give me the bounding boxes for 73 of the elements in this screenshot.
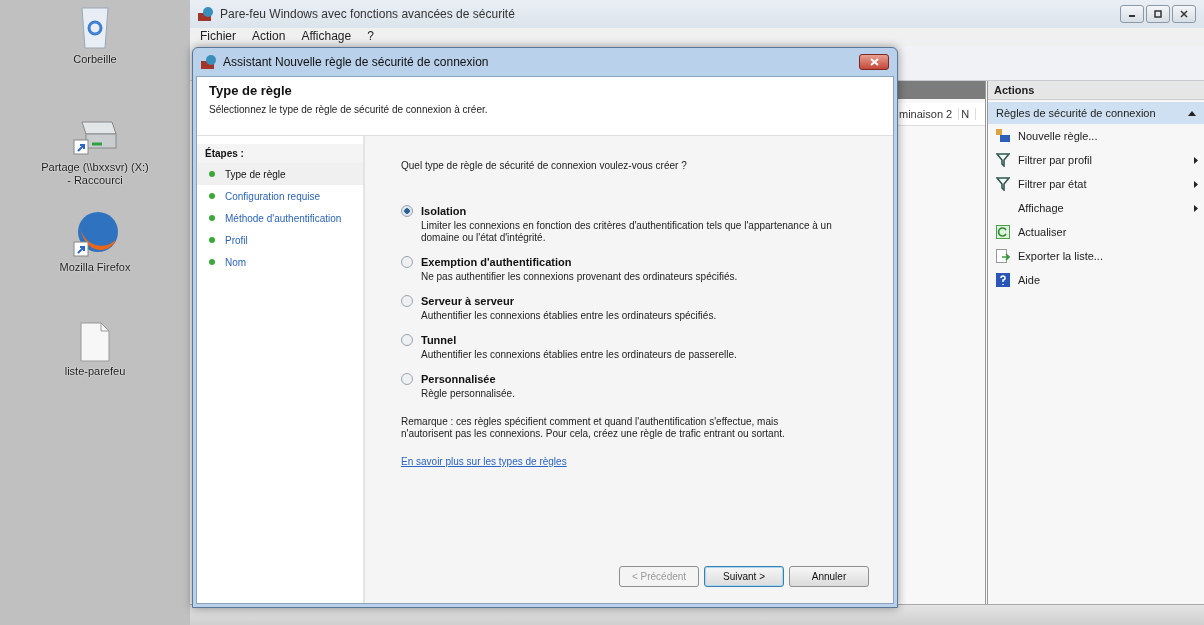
option-description: Règle personnalisée. (421, 388, 516, 400)
radio-option[interactable]: Serveur à serveur (401, 295, 869, 307)
task-link[interactable]: Nouvelle règle... (988, 124, 1204, 148)
task-link[interactable]: Affichage (988, 196, 1204, 220)
step-bullet-icon (209, 215, 215, 221)
option-description: Limiter les connexions en fonction des critères d'authentification tels que l'appartenance à un domaine ou l'état d'intégrité. (421, 220, 833, 244)
window-title: Pare-feu Windows avec fonctions avancées de sécurité (220, 7, 515, 21)
step-bullet-icon (209, 237, 215, 243)
maximize-button[interactable] (1146, 5, 1170, 23)
desktop-icon-label[interactable]: liste-parefeu (64, 365, 126, 378)
task-link[interactable]: Filtrer par profil (988, 148, 1204, 172)
task-link[interactable]: Exporter la liste... (988, 244, 1204, 268)
step-bullet-icon (209, 193, 215, 199)
help-icon (996, 273, 1010, 287)
radio-button[interactable] (401, 256, 413, 268)
radio-option[interactable]: Tunnel (401, 334, 869, 346)
desktop-icon-label[interactable]: Corbeille (73, 53, 117, 66)
step-item[interactable]: Nom (197, 251, 363, 273)
menu-item[interactable]: Fichier (200, 28, 236, 44)
new-rule-icon (996, 129, 1010, 143)
dialog-title: Assistant Nouvelle règle de sécurité de connexion (223, 55, 489, 69)
refresh-icon (996, 225, 1010, 239)
desktop-icon-label[interactable]: Mozilla Firefox (59, 261, 131, 274)
close-icon (1180, 10, 1188, 18)
close-icon (869, 58, 879, 66)
steps-heading: Étapes : (197, 144, 363, 163)
export-icon (996, 249, 1010, 263)
radio-option[interactable]: Isolation (401, 205, 869, 217)
option-description: Authentifier les connexions établies entre les ordinateurs de passerelle. (421, 349, 738, 361)
radio-option[interactable]: Personnalisée (401, 373, 869, 385)
close-button[interactable] (859, 54, 889, 70)
globe-fox-icon (70, 210, 120, 258)
radio-button[interactable] (401, 373, 413, 385)
step-item[interactable]: Type de règle (197, 163, 363, 185)
desktop-icon-label[interactable]: Partage (\\bxxsvr) (X:) - Raccourci (40, 161, 150, 187)
task-link[interactable]: Filtrer par état (988, 172, 1204, 196)
note-text: Remarque : ces règles spécifient comment et quand l'authentification s'effectue, mais n'autorisent pas les connexions. Pour cela, créez une règle de trafic entrant ou sortant. (401, 416, 786, 440)
step-item[interactable]: Méthode d'authentification (197, 207, 363, 229)
step-item[interactable]: Profil (197, 229, 363, 251)
collapse-caret-icon (1188, 110, 1196, 116)
step-bullet-icon (209, 171, 215, 177)
menu-item[interactable]: Affichage (301, 28, 352, 44)
section-title: Règles de sécurité de connexion (996, 107, 1156, 119)
task-link[interactable]: Actualiser (988, 220, 1204, 244)
question-text: Quel type de règle de sécurité de connexion voulez-vous créer ? (401, 160, 688, 171)
radio-button[interactable] (401, 205, 413, 217)
recycle-bin-icon (78, 4, 112, 50)
firewall-icon (201, 55, 217, 69)
page-subtitle: Sélectionnez le type de règle de sécurité de connexion à créer. (209, 104, 489, 115)
column-header[interactable]: N (959, 108, 977, 120)
step-bullet-icon (209, 259, 215, 265)
dialog-button[interactable]: Suivant > (704, 566, 784, 587)
radio-button[interactable] (401, 295, 413, 307)
dialog-button[interactable]: Annuler (789, 566, 869, 587)
menu-item[interactable]: Action (252, 28, 286, 44)
help-link[interactable]: En savoir plus sur les types de règles (401, 456, 567, 467)
maximize-icon (1154, 10, 1162, 18)
page-heading: Type de règle (209, 83, 293, 98)
step-item[interactable]: Configuration requise (197, 185, 363, 207)
document-icon (80, 322, 110, 362)
firewall-icon (198, 7, 214, 21)
actions-section[interactable]: Règles de sécurité de connexion (988, 102, 1204, 124)
option-description: Ne pas authentifier les connexions provenant des ordinateurs spécifiés. (421, 271, 739, 283)
radio-button[interactable] (401, 334, 413, 346)
task-link[interactable]: Aide (988, 268, 1204, 292)
close-button[interactable] (1172, 5, 1196, 23)
minimize-button[interactable] (1120, 5, 1144, 23)
radio-option[interactable]: Exemption d'authentification (401, 256, 869, 268)
funnel-icon (996, 153, 1010, 167)
option-description: Authentifier les connexions établies entre les ordinateurs spécifiés. (421, 310, 718, 322)
funnel-icon (996, 177, 1010, 191)
actions-header: Actions (988, 81, 1204, 100)
menu-item[interactable]: ? (367, 28, 374, 44)
